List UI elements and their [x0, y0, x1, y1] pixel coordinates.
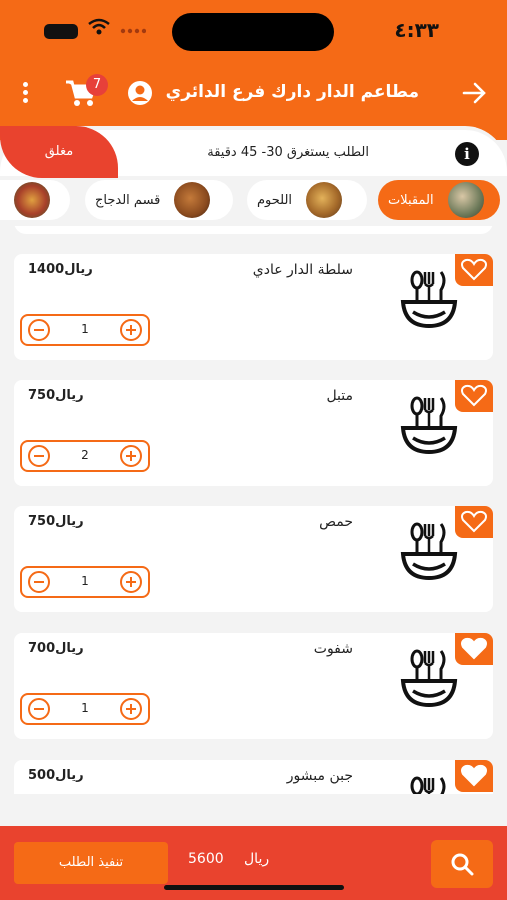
item-name: شفوت [313, 641, 353, 657]
item-name: متبل [326, 388, 353, 404]
dish-icon [410, 776, 446, 794]
back-arrow-icon[interactable] [461, 80, 487, 106]
signal-icon [120, 28, 146, 34]
category-bar[interactable]: المقبلات اللحوم قسم الدجاج قـ [0, 180, 507, 222]
category-label: قـ [0, 193, 10, 208]
previous-card-edge [14, 226, 493, 234]
checkout-button[interactable]: تنفيذ الطلب [14, 842, 168, 884]
dish-icon [400, 522, 458, 581]
profile-icon[interactable] [127, 80, 153, 106]
menu-item-card[interactable]: متبل ريال750 2 [14, 380, 493, 486]
status-bar: ٤:٣٣ [0, 0, 507, 60]
header: 7 مطاعم الدار دارك فرع الدائري [0, 72, 507, 116]
item-price: ريال1400 [28, 262, 93, 277]
page-title: مطاعم الدار دارك فرع الدائري [165, 82, 419, 102]
cart-count-badge: 7 [86, 74, 108, 96]
item-price: ريال500 [28, 768, 84, 783]
item-name: جبن مبشور [286, 768, 353, 784]
battery-icon [44, 24, 78, 39]
camera-notch [172, 13, 334, 51]
category-label: اللحوم [257, 192, 293, 208]
increase-button[interactable] [120, 571, 142, 593]
total-amount: 5600 [188, 851, 224, 867]
info-icon[interactable]: i [455, 142, 479, 166]
increase-button[interactable] [120, 698, 142, 720]
increase-button[interactable] [120, 445, 142, 467]
quantity-stepper: 1 [20, 566, 150, 598]
item-name: سلطة الدار عادي [252, 262, 353, 278]
item-price: ريال750 [28, 388, 84, 403]
category-thumb [306, 182, 343, 218]
quantity-stepper: 1 [20, 314, 150, 346]
category-chip-chicken[interactable]: قسم الدجاج [85, 180, 233, 220]
closed-badge: مغلق [0, 126, 118, 178]
category-chip-appetizers[interactable]: المقبلات [378, 180, 500, 220]
category-chip-meat[interactable]: اللحوم [247, 180, 367, 220]
more-options-button[interactable] [18, 82, 32, 106]
menu-items-list[interactable]: سلطة الدار عادي ريال1400 1 متبل ريال750 … [0, 226, 507, 794]
dish-icon [400, 270, 458, 329]
category-chip-partial[interactable]: قـ [0, 180, 70, 220]
item-price: ريال700 [28, 641, 84, 656]
wifi-icon [88, 18, 110, 35]
category-thumb [447, 182, 484, 218]
category-thumb [14, 182, 51, 218]
home-indicator [164, 885, 344, 890]
menu-item-card[interactable]: جبن مبشور ريال500 [14, 760, 493, 794]
dish-icon [400, 649, 458, 708]
category-label: المقبلات [388, 192, 434, 208]
increase-button[interactable] [120, 319, 142, 341]
category-label: قسم الدجاج [95, 192, 161, 208]
search-icon [451, 853, 474, 876]
search-button[interactable] [431, 840, 493, 888]
total-currency: ريال [244, 851, 270, 867]
category-thumb [174, 182, 211, 218]
dish-icon [400, 396, 458, 455]
quantity-stepper: 2 [20, 440, 150, 472]
status-time: ٤:٣٣ [394, 18, 439, 42]
item-price: ريال750 [28, 514, 84, 529]
menu-item-card[interactable]: سلطة الدار عادي ريال1400 1 [14, 254, 493, 360]
wait-time-text: الطلب يستغرق 30- 45 دقيقة [207, 145, 369, 160]
menu-item-card[interactable]: شفوت ريال700 1 [14, 633, 493, 739]
quantity-stepper: 1 [20, 693, 150, 725]
menu-item-card[interactable]: حمص ريال750 1 [14, 506, 493, 612]
item-name: حمص [319, 514, 353, 530]
